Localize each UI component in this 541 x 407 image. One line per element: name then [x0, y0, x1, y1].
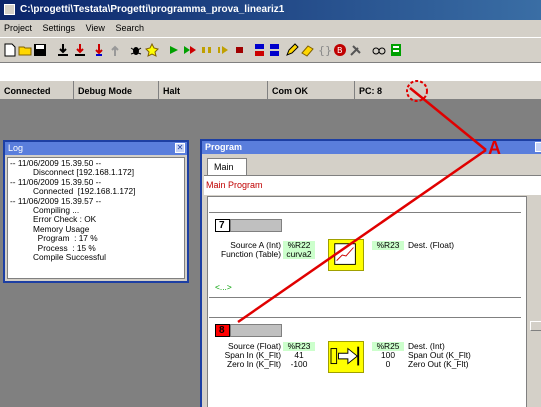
program-title: Program [205, 142, 243, 152]
vertical-scrollbar[interactable] [529, 201, 541, 407]
window-title: C:\progetti\Testata\Progetti\programma_p… [20, 4, 285, 15]
new-file-icon[interactable] [3, 43, 17, 57]
breakpoint-clear-icon[interactable] [268, 43, 282, 57]
download-options-icon[interactable] [73, 43, 87, 57]
menu-settings[interactable]: Settings [39, 20, 80, 37]
svg-text:{}: {} [318, 44, 331, 57]
monitor-icon[interactable] [389, 43, 403, 57]
log-title: Log [8, 143, 24, 153]
compile-icon[interactable] [92, 43, 106, 57]
program-close-icon[interactable] [535, 142, 541, 152]
program-window: Program Main Main Program 7 Source A (In… [200, 139, 541, 407]
step-over-icon[interactable] [216, 43, 230, 57]
record-icon[interactable]: B [333, 43, 347, 57]
input-value-zero-in[interactable]: -100 [283, 360, 315, 369]
menubar: Project Settings View Search [0, 20, 541, 37]
annotation-label: A [488, 138, 501, 158]
svg-text:B: B [337, 46, 343, 55]
status-bar: Connected Debug Mode Halt Com OK PC: 8 [0, 80, 541, 101]
input-label-function: Function (Table) [220, 249, 281, 259]
scrollbar-thumb[interactable] [530, 321, 541, 331]
pencil-icon[interactable] [285, 43, 299, 57]
status-pc: PC: 8 [359, 86, 383, 96]
eraser-icon[interactable] [301, 43, 315, 57]
tools-icon[interactable] [349, 43, 363, 57]
status-mode: Debug Mode [74, 81, 159, 101]
status-connection: Connected [0, 81, 74, 101]
program-header: Main Program [204, 175, 541, 195]
watch-icon[interactable] [372, 43, 386, 57]
block-number: 7 [215, 219, 230, 232]
debug-bug-icon[interactable] [129, 43, 143, 57]
block-number-active: 8 [215, 324, 230, 337]
toolbar: {} B [0, 37, 541, 63]
function-block-8[interactable]: 8 Source (Float) Span In (K_Flt) Zero In… [209, 317, 521, 407]
stop-icon[interactable] [233, 43, 247, 57]
run-icon[interactable] [167, 43, 181, 57]
status-state: Halt [159, 81, 268, 101]
menu-view[interactable]: View [82, 20, 109, 37]
scaling-function-icon [328, 341, 364, 373]
star-icon[interactable] [145, 43, 159, 57]
function-block-7[interactable]: 7 Source A (Int) Function (Table) %R22 c… [209, 212, 521, 298]
open-folder-icon[interactable] [18, 43, 32, 57]
status-com: Com OK [268, 81, 355, 101]
input-value-function[interactable]: curva2 [283, 250, 315, 259]
tab-main[interactable]: Main [207, 158, 247, 176]
brackets-icon[interactable]: {} [317, 43, 331, 57]
log-window: Log ✕ -- 11/06/2009 15.39.50 -- Disconne… [3, 140, 189, 283]
linearization-function-icon [328, 239, 364, 271]
log-titlebar[interactable]: Log ✕ [5, 142, 187, 155]
save-icon[interactable] [33, 43, 47, 57]
menu-project[interactable]: Project [0, 20, 36, 37]
block-loop-marker: <...> [215, 282, 232, 292]
block-header-bar [230, 324, 282, 337]
menu-search[interactable]: Search [111, 20, 148, 37]
upload-icon[interactable] [108, 43, 122, 57]
log-close-icon[interactable]: ✕ [175, 143, 185, 153]
app-icon [4, 4, 15, 15]
block-header-bar [230, 219, 282, 232]
output-label-dest: Dest. (Float) [408, 240, 455, 250]
output-label-zero-out: Zero Out (K_Flt) [408, 359, 469, 369]
log-text: -- 11/06/2009 15.39.50 -- Disconnect [19… [7, 157, 185, 279]
window-titlebar: C:\progetti\Testata\Progetti\programma_p… [0, 0, 541, 20]
pause-icon[interactable] [200, 43, 214, 57]
input-label-zero-in: Zero In (K_Flt) [227, 359, 281, 369]
breakpoint-icon[interactable] [253, 43, 267, 57]
download-icon[interactable] [56, 43, 70, 57]
step-icon[interactable] [183, 43, 197, 57]
output-value-dest[interactable]: %R23 [372, 241, 404, 250]
output-value-zero-out[interactable]: 0 [372, 360, 404, 369]
